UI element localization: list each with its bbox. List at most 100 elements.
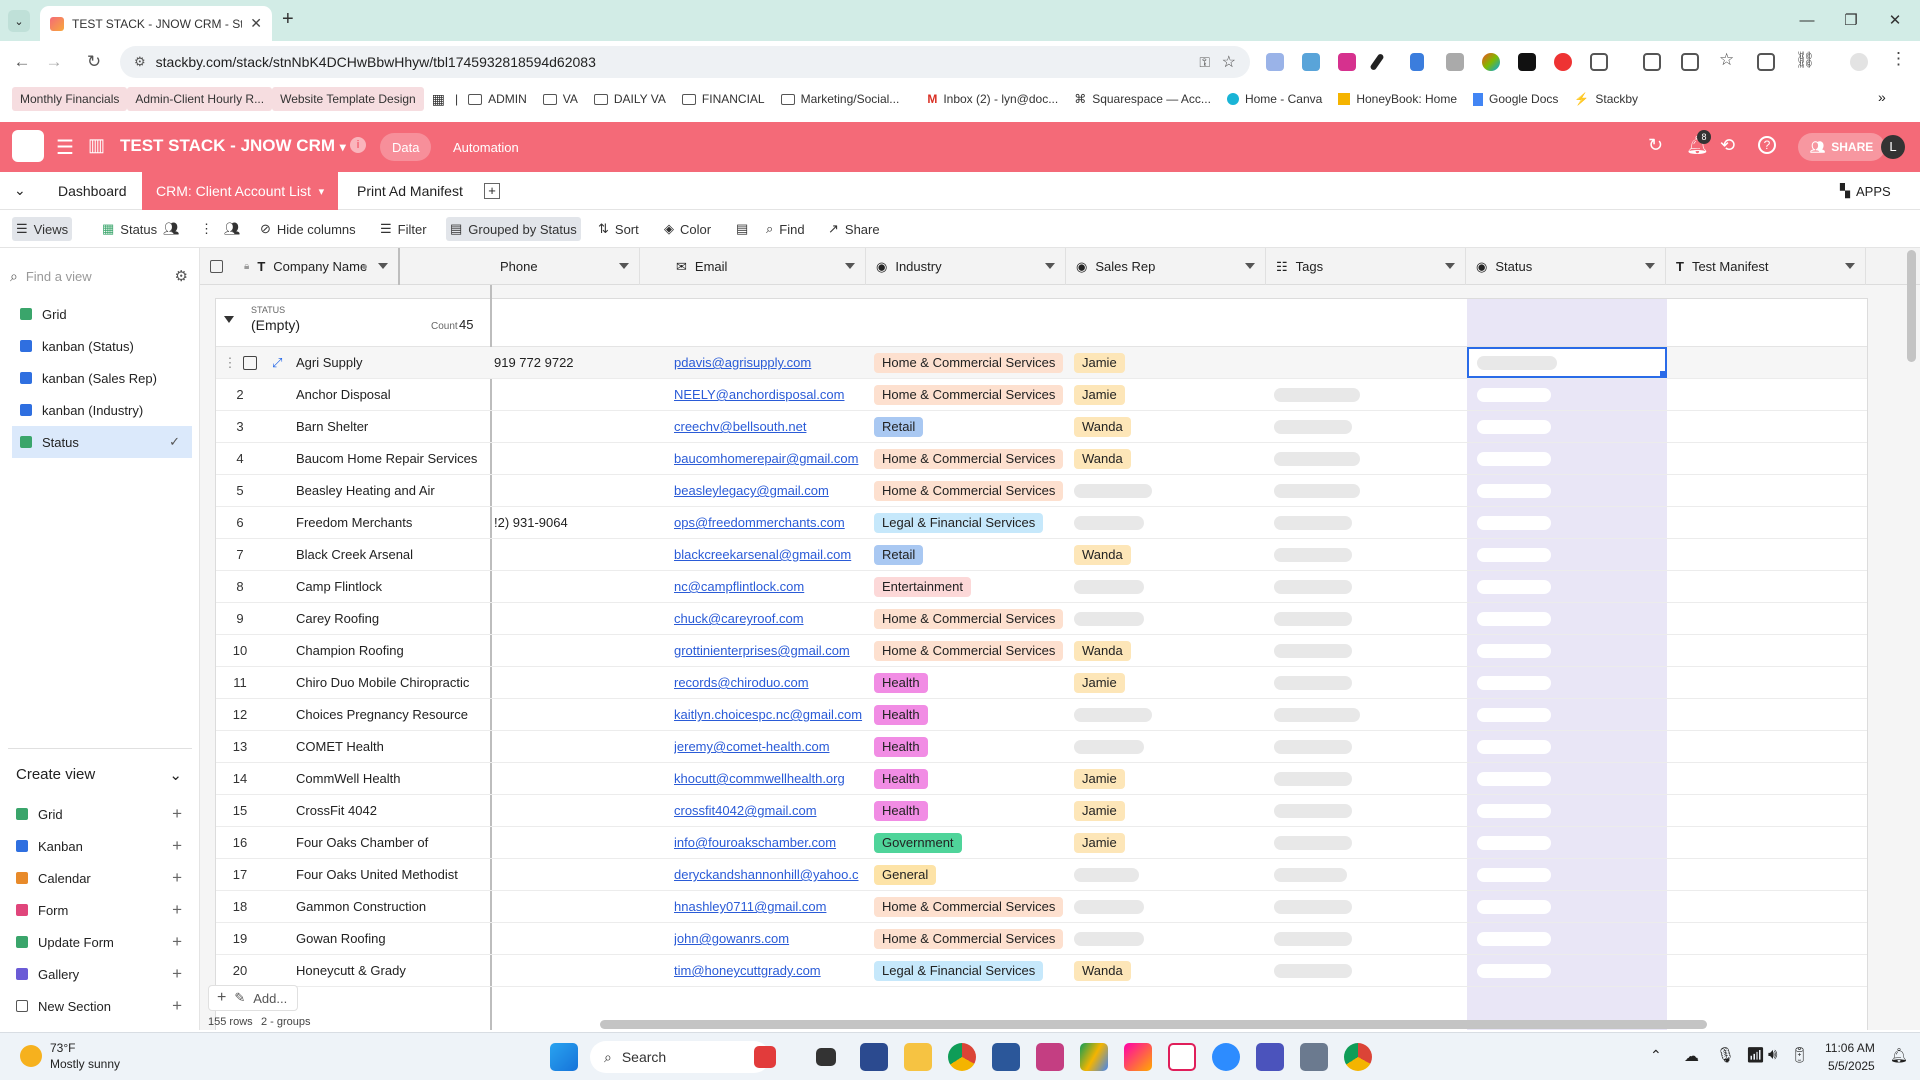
tags-cell[interactable] <box>1274 507 1474 538</box>
microphone-icon[interactable]: 🎙︎ <box>1716 1046 1735 1064</box>
industry-cell[interactable]: Government <box>874 827 1074 858</box>
table-row[interactable]: 10 Champion Roofing grottinienterprises@gm… <box>216 635 1867 667</box>
extension-6-icon[interactable] <box>1446 53 1464 71</box>
company-name-cell[interactable]: Choices Pregnancy Resource <box>296 699 486 730</box>
industry-cell[interactable]: Home & Commercial Services <box>874 923 1074 954</box>
add-record-button[interactable]: + ✎ Add... <box>208 985 298 1011</box>
phone-cell[interactable] <box>494 923 666 954</box>
status-cell[interactable] <box>1467 539 1667 570</box>
email-cell[interactable]: grottinienterprises@gmail.com <box>674 635 874 666</box>
table-row[interactable]: 4 Baucom Home Repair Services baucomhomere… <box>216 443 1867 475</box>
share-button[interactable]: 👥︎ SHARE <box>1798 133 1886 161</box>
test-manifest-cell[interactable] <box>1667 699 1867 730</box>
company-name-cell[interactable]: CommWell Health <box>296 763 486 794</box>
create-calendar-view[interactable]: Calendar + <box>16 864 182 892</box>
test-manifest-cell[interactable] <box>1667 731 1867 762</box>
status-cell[interactable] <box>1467 763 1667 794</box>
help-icon[interactable]: ? <box>1758 136 1776 154</box>
fill-handle[interactable] <box>1660 371 1665 376</box>
company-name-cell[interactable]: Champion Roofing <box>296 635 486 666</box>
phone-cell[interactable] <box>494 571 666 602</box>
address-bar[interactable]: ⚙ stackby.com/stack/stnNbK4DCHwBbwHhyw/t… <box>120 46 1250 78</box>
sync-icon[interactable]: ↻ <box>1648 135 1663 156</box>
email-cell[interactable]: jeremy@comet-health.com <box>674 731 874 762</box>
test-manifest-cell[interactable] <box>1667 923 1867 954</box>
status-cell[interactable] <box>1467 507 1667 538</box>
sales-rep-cell[interactable] <box>1074 475 1274 506</box>
industry-cell[interactable]: Home & Commercial Services <box>874 603 1074 634</box>
bookmark-admin-client[interactable]: Admin-Client Hourly R... <box>127 87 273 111</box>
extension-3-icon[interactable] <box>1338 53 1356 71</box>
test-manifest-cell[interactable] <box>1667 443 1867 474</box>
tags-cell[interactable] <box>1274 923 1474 954</box>
tray-chevron-icon[interactable]: ⌃ <box>1650 1047 1662 1064</box>
link-icon[interactable]: ⛓ <box>1795 50 1815 69</box>
sales-rep-cell[interactable] <box>1074 923 1274 954</box>
sales-rep-cell[interactable]: Wanda <box>1074 411 1274 442</box>
phone-cell[interactable] <box>494 795 666 826</box>
test-manifest-cell[interactable] <box>1667 827 1867 858</box>
bookmark-google-docs[interactable]: Google Docs <box>1465 87 1566 111</box>
company-name-cell[interactable]: Four Oaks United Methodist <box>296 859 486 890</box>
table-row[interactable]: 11 Chiro Duo Mobile Chiropractic records@c… <box>216 667 1867 699</box>
sales-rep-cell[interactable]: Wanda <box>1074 955 1274 986</box>
status-cell[interactable] <box>1467 411 1667 442</box>
industry-cell[interactable]: Home & Commercial Services <box>874 891 1074 922</box>
bookmark-squarespace[interactable]: ⌘ Squarespace — Acc... <box>1066 87 1219 111</box>
reload-icon[interactable]: ↻ <box>78 46 110 78</box>
tags-cell[interactable] <box>1274 603 1474 634</box>
site-info-icon[interactable]: ⚙ <box>134 54 146 70</box>
status-cell[interactable] <box>1467 571 1667 602</box>
test-manifest-cell[interactable] <box>1667 411 1867 442</box>
bookmark-stackby[interactable]: ⚡ Stackby <box>1566 87 1646 111</box>
weather-sun-icon[interactable] <box>20 1045 42 1067</box>
status-cell[interactable] <box>1467 955 1667 986</box>
sales-rep-cell[interactable] <box>1074 699 1274 730</box>
test-manifest-cell[interactable] <box>1667 955 1867 986</box>
view-kanban-status[interactable]: kanban (Status) <box>12 330 192 362</box>
app-store-icon[interactable] <box>860 1043 888 1071</box>
status-cell[interactable] <box>1467 923 1667 954</box>
row-select-checkbox[interactable]: ⋮ <box>216 347 264 378</box>
company-name-cell[interactable]: COMET Health <box>296 731 486 762</box>
company-name-cell[interactable]: Honeycutt & Grady <box>296 955 486 986</box>
tab-dashboard[interactable]: Dashboard <box>44 172 141 210</box>
phone-cell[interactable] <box>494 955 666 986</box>
extension-5-icon[interactable] <box>1410 53 1424 71</box>
close-window-icon[interactable]: ✕ <box>1880 8 1910 32</box>
table-row[interactable]: 20 Honeycutt & Grady tim@honeycuttgrady.co… <box>216 955 1867 987</box>
find-button[interactable]: ⌕ Find <box>762 217 809 241</box>
profile-icon[interactable] <box>1850 53 1868 71</box>
company-name-cell[interactable]: Anchor Disposal <box>296 379 486 410</box>
stackby-logo[interactable] <box>12 130 44 162</box>
test-manifest-cell[interactable] <box>1667 539 1867 570</box>
company-name-cell[interactable]: Freedom Merchants <box>296 507 486 538</box>
slack-icon[interactable] <box>1168 1043 1196 1071</box>
company-name-cell[interactable]: Gammon Construction <box>296 891 486 922</box>
table-row[interactable]: 9 Carey Roofing chuck@careyroof.com Home & … <box>216 603 1867 635</box>
company-name-cell[interactable]: Gowan Roofing <box>296 923 486 954</box>
bookmark-website-template[interactable]: Website Template Design <box>272 87 424 111</box>
collaborators-icon[interactable]: 👥︎ <box>220 217 245 241</box>
test-manifest-cell[interactable] <box>1667 347 1867 378</box>
phone-cell[interactable] <box>494 539 666 570</box>
sales-rep-cell[interactable]: Jamie <box>1074 347 1274 378</box>
tags-cell[interactable] <box>1274 795 1474 826</box>
phone-cell[interactable] <box>494 859 666 890</box>
extension-4-icon[interactable] <box>1369 52 1385 72</box>
column-tags[interactable]: ☷ Tags <box>1266 248 1466 285</box>
bookmark-folder-financial[interactable]: FINANCIAL <box>674 87 773 111</box>
status-cell[interactable] <box>1467 475 1667 506</box>
extension-1-icon[interactable] <box>1266 53 1284 71</box>
tags-cell[interactable] <box>1274 347 1474 378</box>
company-name-cell[interactable]: Four Oaks Chamber of <box>296 827 486 858</box>
company-name-cell[interactable]: Barn Shelter <box>296 411 486 442</box>
info-icon[interactable]: i <box>350 137 366 153</box>
color-button[interactable]: ◈ Color <box>660 217 715 241</box>
sales-rep-cell[interactable]: Wanda <box>1074 539 1274 570</box>
view-kanban-sales-rep[interactable]: kanban (Sales Rep) <box>12 362 192 394</box>
status-cell[interactable] <box>1467 891 1667 922</box>
test-manifest-cell[interactable] <box>1667 667 1867 698</box>
test-manifest-cell[interactable] <box>1667 603 1867 634</box>
publisher-icon[interactable] <box>1036 1043 1064 1071</box>
